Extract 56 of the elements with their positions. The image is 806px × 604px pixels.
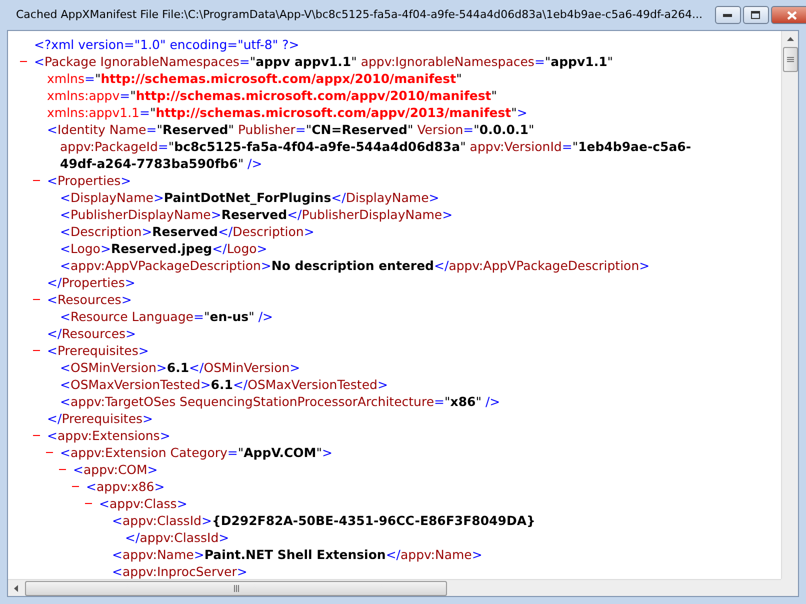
collapse-icon[interactable] [85, 500, 92, 507]
xml-line: <appv:COM> [73, 461, 158, 478]
xml-line: <Description>Reserved</Description> [60, 223, 314, 240]
xml-line: <appv:TargetOSes SequencingStationProcessorArchitecture="x86" /> [60, 393, 500, 410]
minimize-icon [723, 14, 732, 16]
xml-line: xmlns:appv="http://schemas.microsoft.com/appv/2010/manifest" [47, 87, 498, 104]
grip-icon [786, 57, 794, 62]
collapse-icon[interactable] [33, 347, 40, 354]
xml-line: </Resources> [47, 325, 136, 342]
xml-line: xmlns="http://schemas.microsoft.com/appx/2010/manifest" [47, 70, 462, 87]
xml-line: <appv:x86> [86, 478, 165, 495]
xml-line: </Properties> [47, 274, 136, 291]
xml-line: <OSMinVersion>6.1</OSMinVersion> [60, 359, 300, 376]
collapse-icon[interactable] [59, 466, 66, 473]
xml-line: <Prerequisites> [47, 342, 149, 359]
close-button[interactable] [770, 6, 806, 24]
xml-line: <appv:Name>Paint.NET Shell Extension</appv:Name> [112, 546, 482, 563]
xml-line: </Prerequisites> [47, 410, 154, 427]
collapse-icon[interactable] [33, 177, 40, 184]
xml-line: <DisplayName>PaintDotNet_ForPlugins</DisplayName> [60, 189, 440, 206]
xml-line: <Package IgnorableNamespaces="appv appv1.1" appv:IgnorableNamespaces="appv1.1" [34, 53, 614, 70]
scroll-up-icon[interactable] [786, 37, 794, 41]
collapse-icon[interactable] [33, 432, 40, 439]
xml-line: <appv:InprocServer> [112, 563, 248, 579]
collapse-icon[interactable] [33, 296, 40, 303]
xml-line: <appv:AppVPackageDescription>No description entered</appv:AppVPackageDescription> [60, 257, 650, 274]
close-icon [787, 10, 797, 20]
scrollbar-thumb[interactable] [782, 47, 798, 72]
grip-icon [234, 584, 238, 592]
maximize-icon [751, 11, 760, 19]
xml-line: <?xml version="1.0" encoding="utf-8" ?> [34, 36, 300, 53]
xml-line: 49df-a264-7783ba590fb6" /> [60, 155, 262, 172]
xml-line: <Logo>Reserved.jpeg</Logo> [60, 240, 268, 257]
xml-line: appv:PackageId="bc8c5125-fa5a-4f04-a9fe-544a4d06d83a" appv:VersionId="1eb4b9ae-c5a6- [60, 138, 692, 155]
xml-line: <appv:ClassId>{D292F82A-50BE-4351-96CC-E86F3F8049DA} [112, 512, 536, 529]
xml-line: </appv:ClassId> [125, 529, 230, 546]
minimize-button[interactable] [714, 6, 740, 24]
xml-line: <Identity Name="Reserved" Publisher="CN=Reserved" Version="0.0.0.1" [47, 121, 534, 138]
horizontal-scrollbar[interactable] [8, 579, 781, 596]
vertical-scrollbar[interactable] [781, 31, 798, 579]
xml-line: <appv:Class> [99, 495, 188, 512]
xml-line: <PublisherDisplayName>Reserved</PublisherDisplayName> [60, 206, 453, 223]
scrollbar-thumb[interactable] [25, 580, 447, 596]
xml-line: <appv:Extensions> [47, 427, 170, 444]
xml-line: <Properties> [47, 172, 132, 189]
collapse-icon[interactable] [46, 449, 53, 456]
collapse-icon[interactable] [72, 483, 79, 490]
scroll-left-icon[interactable] [14, 584, 18, 592]
collapse-icon[interactable] [20, 58, 27, 65]
window-title: Cached AppXManifest File File:\C:\ProgramData\App-V\bc8c5125-fa5a-4f04-a9fe-544a4d06d83a\1eb4b9ae-c5a6-49df-a264... [16, 6, 702, 23]
maximize-button[interactable] [742, 6, 768, 24]
xml-line: <Resources> [47, 291, 132, 308]
xml-line: <Resource Language="en-us" /> [60, 308, 274, 325]
xml-line: <appv:Extension Category="AppV.COM"> [60, 444, 332, 461]
xml-line: <OSMaxVersionTested>6.1</OSMaxVersionTested> [60, 376, 388, 393]
xml-line: xmlns:appv1.1="http://schemas.microsoft.com/appv/2013/manifest"> [47, 104, 528, 121]
